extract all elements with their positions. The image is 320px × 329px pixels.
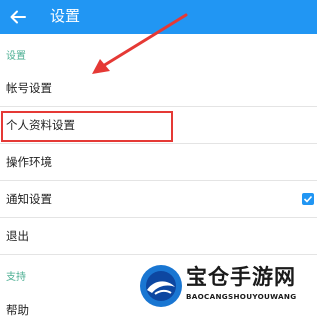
page-title: 设置: [50, 7, 81, 25]
row-label: 退出: [6, 229, 29, 243]
notification-checkbox[interactable]: [302, 193, 314, 205]
row-label: 操作环境: [6, 155, 52, 169]
row-label: 帮助: [6, 303, 29, 317]
section-header-settings: 设置: [6, 51, 26, 62]
arrow-left-icon[interactable]: [9, 8, 27, 26]
section-header-support: 支持: [6, 272, 26, 283]
row-logout[interactable]: 退出: [0, 218, 317, 255]
row-operation-environment[interactable]: 操作环境: [0, 144, 317, 181]
row-account-settings[interactable]: 帐号设置: [0, 70, 317, 107]
app-bar: 设置: [0, 0, 317, 34]
row-profile-settings[interactable]: 个人资料设置: [0, 107, 317, 144]
watermark-title: 宝仓手游网: [186, 265, 296, 289]
row-notification-settings[interactable]: 通知设置: [0, 181, 317, 218]
row-label: 帐号设置: [6, 81, 52, 95]
row-label: 通知设置: [6, 192, 52, 206]
row-label: 个人资料设置: [6, 118, 75, 132]
checkmark-icon: [303, 195, 313, 203]
